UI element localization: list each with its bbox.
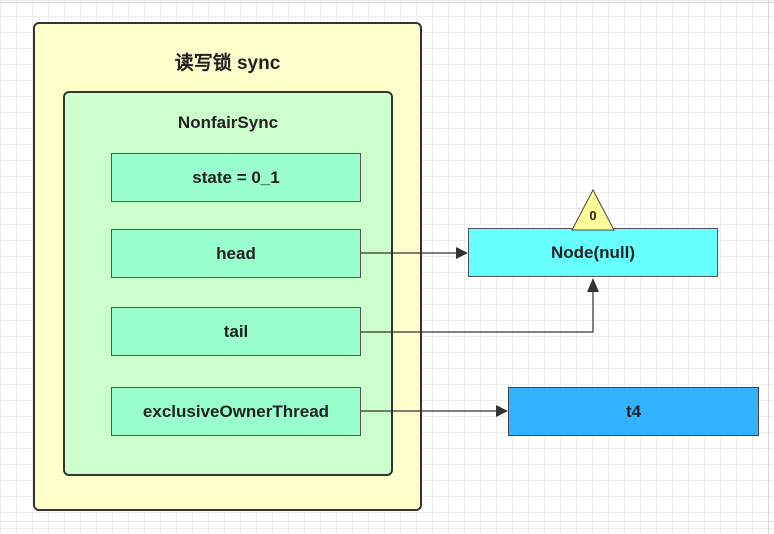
head-arrowhead <box>456 247 468 259</box>
tail-arrowhead <box>587 278 599 292</box>
tail-to-node-connector <box>361 292 594 333</box>
waitstatus-badge-label: 0 <box>589 208 597 223</box>
owner-arrowhead <box>496 405 508 417</box>
connectors-layer <box>361 188 615 417</box>
